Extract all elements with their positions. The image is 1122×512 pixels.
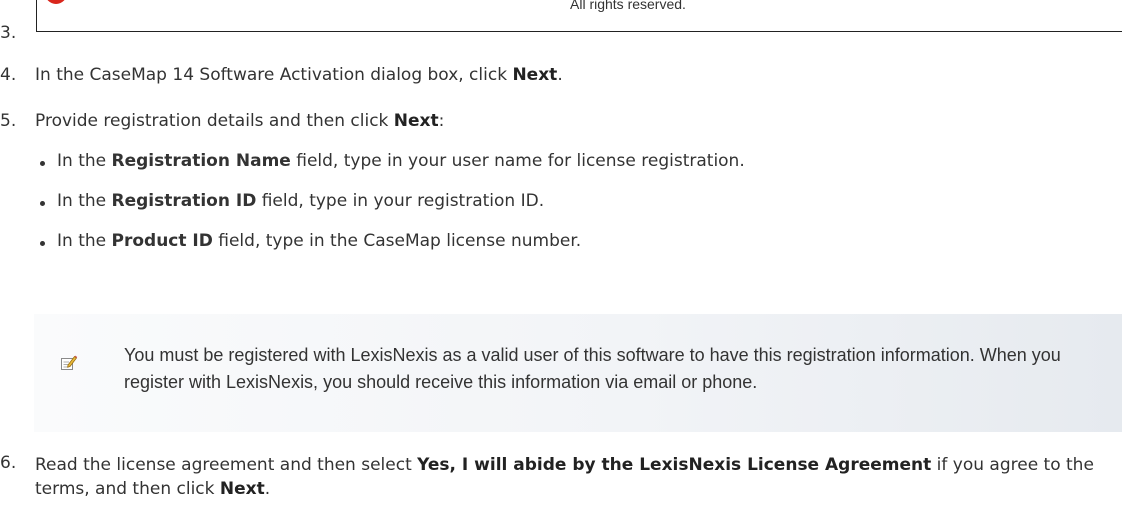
- step-number-3: 3.: [0, 23, 17, 43]
- step-number-5: 5.: [0, 111, 17, 131]
- step-number-6: 6.: [0, 453, 17, 473]
- step-number-4: 4.: [0, 65, 17, 85]
- step-5-text: Provide registration details and then cl…: [35, 111, 445, 131]
- note-edit-icon: [61, 355, 78, 370]
- step-4-text: In the CaseMap 14 Software Activation di…: [35, 65, 563, 85]
- note-box: You must be registered with LexisNexis a…: [34, 314, 1122, 432]
- next-label: Next: [512, 65, 558, 85]
- next-label: Next: [393, 111, 439, 131]
- note-text: You must be registered with LexisNexis a…: [124, 345, 1061, 392]
- dialog-screenshot-fragment: All rights reserved.: [36, 0, 1122, 32]
- document-page: All rights reserved. 3. 4. In the CaseMa…: [0, 0, 1122, 512]
- bullet-registration-id: In the Registration ID field, type in yo…: [57, 191, 545, 211]
- bullet-registration-name: In the Registration Name field, type in …: [57, 151, 745, 171]
- registration-name-label: Registration Name: [111, 151, 291, 171]
- bullet-dot: [40, 161, 45, 166]
- license-agreement-option: Yes, I will abide by the LexisNexis Lice…: [417, 455, 932, 475]
- logo-icon: [45, 0, 67, 4]
- rights-reserved-text: All rights reserved.: [570, 0, 686, 12]
- next-label: Next: [219, 479, 265, 499]
- bullet-product-id: In the Product ID field, type in the Cas…: [57, 231, 582, 251]
- bullet-dot: [40, 201, 45, 206]
- step-6-text: Read the license agreement and then sele…: [35, 455, 1094, 499]
- bullet-dot: [40, 241, 45, 246]
- registration-id-label: Registration ID: [111, 191, 257, 211]
- product-id-label: Product ID: [111, 231, 213, 251]
